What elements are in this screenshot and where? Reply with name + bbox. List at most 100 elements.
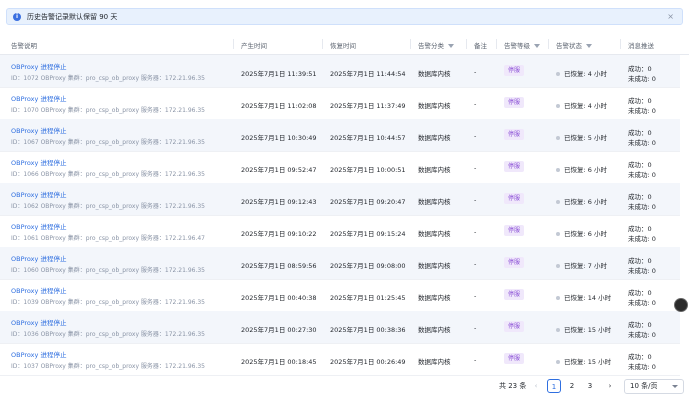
column-divider[interactable] bbox=[496, 39, 497, 49]
page-size-select[interactable]: 10 条/页 bbox=[624, 379, 684, 394]
alert-title-link[interactable]: OBProxy 进程停止 bbox=[11, 125, 66, 135]
banner-text: 历史告警记录默认保留 90 天 bbox=[27, 12, 118, 21]
alert-title-link[interactable]: OBProxy 进程停止 bbox=[11, 349, 66, 359]
push-fail: 未成功: 0 bbox=[628, 299, 656, 307]
push-fail: 未成功: 0 bbox=[628, 363, 656, 371]
note: - bbox=[474, 260, 477, 268]
push-fail: 未成功: 0 bbox=[628, 107, 656, 115]
status-label: 已恢复: 6 小时 bbox=[564, 230, 607, 238]
alert-detail: ID：1060 OBProxy 集群：pro_csp_ob_proxy 服务器：… bbox=[11, 267, 205, 274]
page-3-button[interactable]: 3 bbox=[583, 379, 597, 393]
column-divider[interactable] bbox=[322, 39, 323, 49]
status-label: 已恢复: 4 小时 bbox=[564, 102, 607, 110]
column-divider[interactable] bbox=[410, 39, 411, 49]
created-time: 2025年7月1日 09:12:43 bbox=[241, 198, 317, 206]
alert-detail: ID：1061 OBProxy 集群：pro_csp_ob_proxy 服务器：… bbox=[11, 235, 205, 242]
push-success: 成功：0 bbox=[628, 225, 652, 233]
header-status[interactable]: 告警状态 bbox=[556, 40, 592, 50]
recovered-time: 2025年7月1日 00:38:36 bbox=[330, 326, 406, 334]
alert-detail: ID：1067 OBProxy 集群：pro_csp_ob_proxy 服务器：… bbox=[11, 139, 205, 146]
created-time: 2025年7月1日 11:39:51 bbox=[241, 70, 317, 78]
status: 已恢复: 6 小时 bbox=[556, 228, 607, 238]
alert-title-link[interactable]: OBProxy 进程停止 bbox=[11, 93, 66, 103]
alert-detail: ID：1037 OBProxy 集群：pro_csp_ob_proxy 服务器：… bbox=[11, 363, 205, 370]
header-recovered[interactable]: 恢复时间 bbox=[330, 40, 356, 50]
alert-detail: ID：1062 OBProxy 集群：pro_csp_ob_proxy 服务器：… bbox=[11, 203, 205, 210]
push-success: 成功：0 bbox=[628, 321, 652, 329]
status: 已恢复: 5 小时 bbox=[556, 132, 607, 142]
table-row[interactable]: OBProxy 进程停止 ID：1070 OBProxy 集群：pro_csp_o… bbox=[0, 87, 680, 120]
recovered-time: 2025年7月1日 11:44:54 bbox=[330, 70, 406, 78]
note: - bbox=[474, 68, 477, 76]
status-dot-icon bbox=[556, 264, 560, 268]
column-divider[interactable] bbox=[466, 39, 467, 49]
recovered-time: 2025年7月1日 09:08:00 bbox=[330, 262, 406, 270]
retention-banner: i 历史告警记录默认保留 90 天 × bbox=[6, 8, 683, 25]
alert-title-link[interactable]: OBProxy 进程停止 bbox=[11, 61, 66, 71]
recovered-time: 2025年7月1日 09:15:24 bbox=[330, 230, 406, 238]
header-created[interactable]: 产生时间 bbox=[241, 40, 267, 50]
status-label: 已恢复: 7 小时 bbox=[564, 262, 607, 270]
alert-title-link[interactable]: OBProxy 进程停止 bbox=[11, 253, 66, 263]
header-category[interactable]: 告警分类 bbox=[418, 40, 454, 50]
note: - bbox=[474, 164, 477, 172]
level-badge: 停服 bbox=[504, 97, 525, 108]
push-success: 成功：0 bbox=[628, 161, 652, 169]
page-1-button[interactable]: 1 bbox=[547, 379, 561, 393]
table-row[interactable]: OBProxy 进程停止 ID：1061 OBProxy 集群：pro_csp_o… bbox=[0, 215, 680, 248]
push-fail: 未成功: 0 bbox=[628, 171, 656, 179]
status-dot-icon bbox=[556, 72, 560, 76]
table-row[interactable]: OBProxy 进程停止 ID：1066 OBProxy 集群：pro_csp_o… bbox=[0, 151, 680, 184]
alert-detail: ID：1039 OBProxy 集群：pro_csp_ob_proxy 服务器：… bbox=[11, 299, 205, 306]
header-desc: 告警说明 bbox=[11, 42, 37, 50]
category: 数据库内核 bbox=[418, 326, 451, 334]
alert-title-link[interactable]: OBProxy 进程停止 bbox=[11, 157, 66, 167]
prev-page-button[interactable]: ‹ bbox=[529, 379, 543, 393]
recovered-time: 2025年7月1日 11:37:49 bbox=[330, 102, 406, 110]
status-dot-icon bbox=[556, 328, 560, 332]
column-divider[interactable] bbox=[620, 39, 621, 49]
category: 数据库内核 bbox=[418, 166, 451, 174]
floating-avatar-button[interactable] bbox=[674, 298, 688, 312]
created-time: 2025年7月1日 00:18:45 bbox=[241, 358, 317, 366]
status: 已恢复: 4 小时 bbox=[556, 68, 607, 78]
filter-icon[interactable] bbox=[586, 44, 592, 48]
alert-title-link[interactable]: OBProxy 进程停止 bbox=[11, 221, 66, 231]
alert-title-link[interactable]: OBProxy 进程停止 bbox=[11, 189, 66, 199]
alert-title-link[interactable]: OBProxy 进程停止 bbox=[11, 317, 66, 327]
header-status-label: 告警状态 bbox=[556, 42, 582, 50]
status-label: 已恢复: 4 小时 bbox=[564, 70, 607, 78]
push-success: 成功：0 bbox=[628, 353, 652, 361]
status: 已恢复: 15 小时 bbox=[556, 324, 611, 334]
column-divider[interactable] bbox=[233, 39, 234, 49]
status: 已恢复: 6 小时 bbox=[556, 164, 607, 174]
page-2-button[interactable]: 2 bbox=[565, 379, 579, 393]
note: - bbox=[474, 100, 477, 108]
level-badge: 停服 bbox=[504, 289, 525, 300]
close-icon[interactable]: × bbox=[667, 12, 674, 21]
column-divider[interactable] bbox=[548, 39, 549, 49]
status-dot-icon bbox=[556, 104, 560, 108]
next-page-button[interactable]: › bbox=[603, 379, 617, 393]
filter-icon[interactable] bbox=[534, 44, 540, 48]
filter-icon[interactable] bbox=[448, 44, 454, 48]
table-row[interactable]: OBProxy 进程停止 ID：1067 OBProxy 集群：pro_csp_o… bbox=[0, 119, 680, 152]
level-badge: 停服 bbox=[504, 257, 525, 268]
level-badge: 停服 bbox=[504, 65, 525, 76]
status-dot-icon bbox=[556, 296, 560, 300]
table-row[interactable]: OBProxy 进程停止 ID：1060 OBProxy 集群：pro_csp_o… bbox=[0, 247, 680, 280]
category: 数据库内核 bbox=[418, 102, 451, 110]
table-row[interactable]: OBProxy 进程停止 ID：1072 OBProxy 集群：pro_csp_o… bbox=[0, 55, 680, 88]
table-row[interactable]: OBProxy 进程停止 ID：1037 OBProxy 集群：pro_csp_o… bbox=[0, 343, 680, 376]
push-fail: 未成功: 0 bbox=[628, 235, 656, 243]
header-category-label: 告警分类 bbox=[418, 42, 444, 50]
status-dot-icon bbox=[556, 136, 560, 140]
table-row[interactable]: OBProxy 进程停止 ID：1036 OBProxy 集群：pro_csp_o… bbox=[0, 311, 680, 344]
push-success: 成功：0 bbox=[628, 65, 652, 73]
category: 数据库内核 bbox=[418, 294, 451, 302]
header-level[interactable]: 告警等级 bbox=[504, 40, 540, 50]
table-row[interactable]: OBProxy 进程停止 ID：1062 OBProxy 集群：pro_csp_o… bbox=[0, 183, 680, 216]
alert-title-link[interactable]: OBProxy 进程停止 bbox=[11, 285, 66, 295]
note: - bbox=[474, 292, 477, 300]
table-row[interactable]: OBProxy 进程停止 ID：1039 OBProxy 集群：pro_csp_o… bbox=[0, 279, 680, 312]
